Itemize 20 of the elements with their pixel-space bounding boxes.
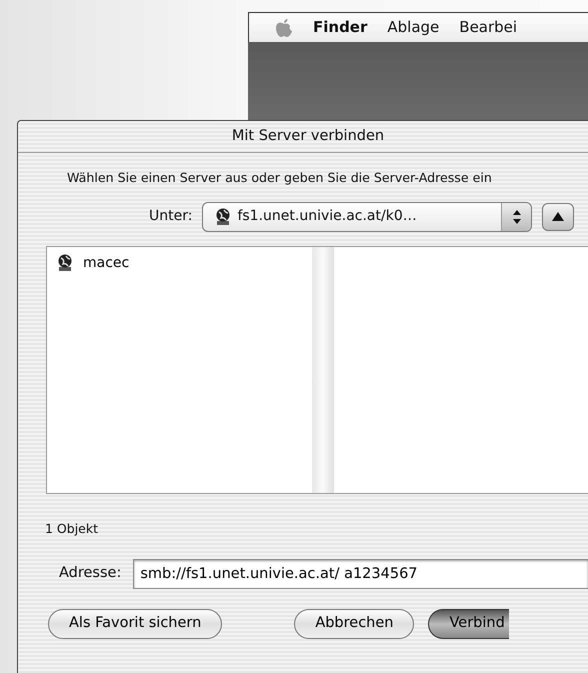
menu-item[interactable]: Ablage: [387, 16, 440, 39]
location-label: Unter:: [149, 207, 192, 226]
instruction-text: Wählen Sie einen Server aus oder geben Sie die Server-Adresse ein: [66, 169, 493, 187]
connect-button[interactable]: Verbind: [428, 608, 509, 639]
server-item[interactable]: macec: [53, 252, 306, 274]
server-icon: [215, 208, 232, 226]
favorite-button[interactable]: Als Favorit sichern: [48, 608, 222, 639]
up-button[interactable]: [542, 202, 574, 231]
menu-item[interactable]: Bearbei: [459, 16, 518, 39]
cancel-button[interactable]: Abbrechen: [294, 608, 414, 639]
stepper-icon: [512, 208, 522, 225]
menu-item[interactable]: Finder: [313, 16, 368, 39]
address-field[interactable]: smb://fs1.unet.univie.ac.at/ a1234567: [133, 558, 588, 589]
location-popup[interactable]: fs1.unet.univie.ac.at/k0…: [202, 202, 532, 232]
server-icon: [57, 254, 73, 272]
up-arrow-icon: [552, 212, 564, 222]
window-title: Mit Server verbinden: [232, 126, 384, 146]
status-text: 1 Objekt: [44, 520, 100, 538]
address-label: Adresse:: [59, 564, 122, 583]
apple-icon[interactable]: [275, 18, 293, 38]
